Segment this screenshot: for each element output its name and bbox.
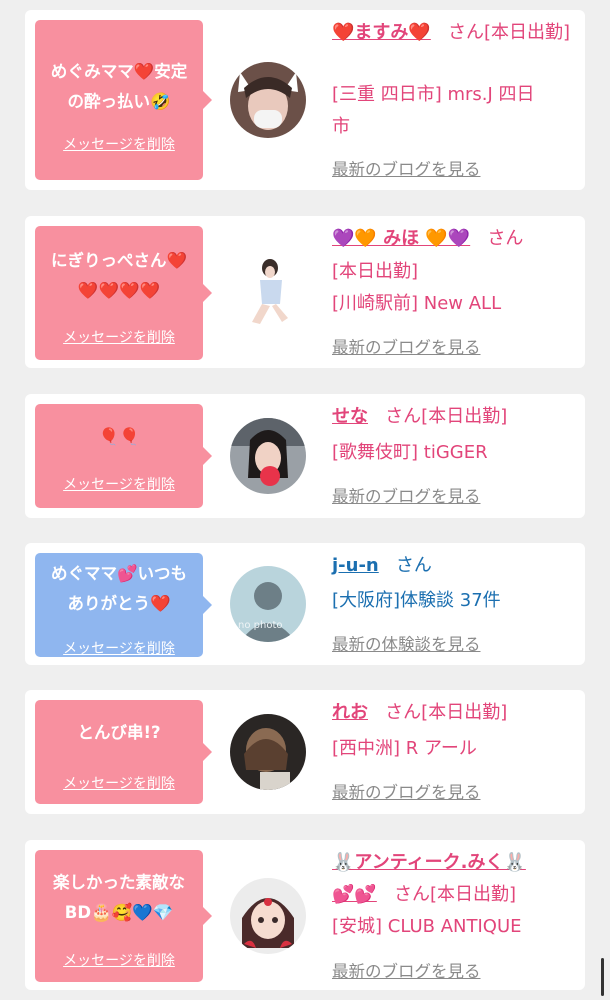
avatar[interactable]: no photo: [230, 566, 306, 642]
avatar[interactable]: [230, 878, 306, 954]
delete-message-link[interactable]: メッセージを削除: [35, 327, 203, 347]
cast-name-link[interactable]: ❤️ますみ❤️: [332, 22, 431, 43]
avatar[interactable]: [230, 714, 306, 790]
san-status: さん[本日出勤]: [394, 884, 517, 905]
message-bubble: めぐみママ❤️安定 の酔っ払い🤣 メッセージを削除: [35, 20, 212, 180]
cast-name-row: 💜🧡 みほ 🧡💜 さん: [332, 223, 575, 255]
message-card: めぐママ💕いつも ありがとう❤️ メッセージを削除 no photo j-u-n…: [25, 543, 585, 665]
message-text: めぐママ💕いつも ありがとう❤️: [50, 564, 188, 613]
latest-blog-link[interactable]: 最新のブログを見る: [332, 483, 481, 507]
message-bubble: とんび串!? メッセージを削除: [35, 700, 212, 804]
message-text: 🎈🎈: [98, 427, 140, 446]
message-text: 楽しかった素敵な BD🎂🥰💙💎: [53, 873, 185, 922]
no-photo-text: no photo: [238, 620, 282, 631]
latest-blog-link[interactable]: 最新のブログを見る: [332, 334, 481, 358]
message-bubble: 🎈🎈 メッセージを削除: [35, 404, 212, 508]
avatar[interactable]: [230, 62, 306, 138]
message-bubble: めぐママ💕いつも ありがとう❤️ メッセージを削除: [35, 553, 212, 658]
san-status: さん[本日出勤]: [385, 702, 508, 723]
cast-name-link[interactable]: 💜🧡 みほ 🧡💜: [332, 228, 470, 249]
shop-info: [安城] CLUB ANTIQUE: [332, 916, 522, 937]
message-card: 楽しかった素敵な BD🎂🥰💙💎 メッセージを削除 🐰アンティーク.みく🐰 💕💕 …: [25, 840, 585, 990]
shop-info: [歌舞伎町] tiGGER: [332, 442, 488, 463]
user-name-row: j-u-n さん: [332, 550, 575, 582]
san-label: さん: [395, 555, 432, 576]
san-status: さん[本日出勤]: [448, 22, 571, 43]
cast-name-row: ❤️ますみ❤️ さん[本日出勤]: [332, 17, 575, 49]
cast-name-row: 🐰アンティーク.みく🐰 💕💕 さん[本日出勤]: [332, 847, 575, 911]
shop-info: [西中洲] R アール: [332, 738, 477, 759]
shop-info: [本日出勤] [川崎駅前] New ALL: [332, 261, 502, 314]
message-card: にぎりっぺさん❤️ ❤️❤️❤️❤️ メッセージを削除 💜🧡 みほ 🧡💜 さん …: [25, 216, 585, 368]
latest-blog-link[interactable]: 最新のブログを見る: [332, 958, 481, 982]
user-name-link[interactable]: j-u-n: [332, 555, 379, 576]
scrollbar[interactable]: [601, 958, 604, 996]
latest-blog-link[interactable]: 最新のブログを見る: [332, 156, 481, 180]
san-status: さん: [487, 228, 524, 249]
message-text: めぐみママ❤️安定 の酔っ払い🤣: [50, 62, 188, 111]
message-card: 🎈🎈 メッセージを削除 せな さん[本日出勤] [歌舞伎町] tiGGER 最新…: [25, 394, 585, 518]
message-list: めぐみママ❤️安定 の酔っ払い🤣 メッセージを削除 ❤️ますみ❤️ さん[本日出…: [0, 0, 610, 1000]
message-bubble: にぎりっぺさん❤️ ❤️❤️❤️❤️ メッセージを削除: [35, 226, 212, 360]
cast-name-row: せな さん[本日出勤]: [332, 401, 575, 433]
delete-message-link[interactable]: メッセージを削除: [35, 134, 203, 154]
message-card: めぐみママ❤️安定 の酔っ払い🤣 メッセージを削除 ❤️ますみ❤️ さん[本日出…: [25, 10, 585, 190]
latest-review-link[interactable]: 最新の体験談を見る: [332, 631, 481, 655]
review-count: [大阪府]体験談 37件: [332, 590, 501, 611]
delete-message-link[interactable]: メッセージを削除: [35, 638, 203, 658]
cast-name-link[interactable]: れお: [332, 702, 368, 723]
shop-info: [三重 四日市] mrs.J 四日 市: [332, 84, 535, 137]
cast-name-row: れお さん[本日出勤]: [332, 697, 575, 729]
avatar[interactable]: [230, 254, 306, 330]
message-bubble: 楽しかった素敵な BD🎂🥰💙💎 メッセージを削除: [35, 850, 212, 982]
message-card: とんび串!? メッセージを削除 れお さん[本日出勤] [西中洲] R アール …: [25, 690, 585, 814]
san-status: さん[本日出勤]: [385, 406, 508, 427]
delete-message-link[interactable]: メッセージを削除: [35, 950, 203, 970]
message-text: とんび串!?: [77, 723, 161, 742]
delete-message-link[interactable]: メッセージを削除: [35, 474, 203, 494]
delete-message-link[interactable]: メッセージを削除: [35, 773, 203, 793]
avatar[interactable]: [230, 418, 306, 494]
message-text: にぎりっぺさん❤️ ❤️❤️❤️❤️: [50, 251, 188, 300]
cast-name-link[interactable]: せな: [332, 406, 368, 427]
latest-blog-link[interactable]: 最新のブログを見る: [332, 779, 481, 803]
